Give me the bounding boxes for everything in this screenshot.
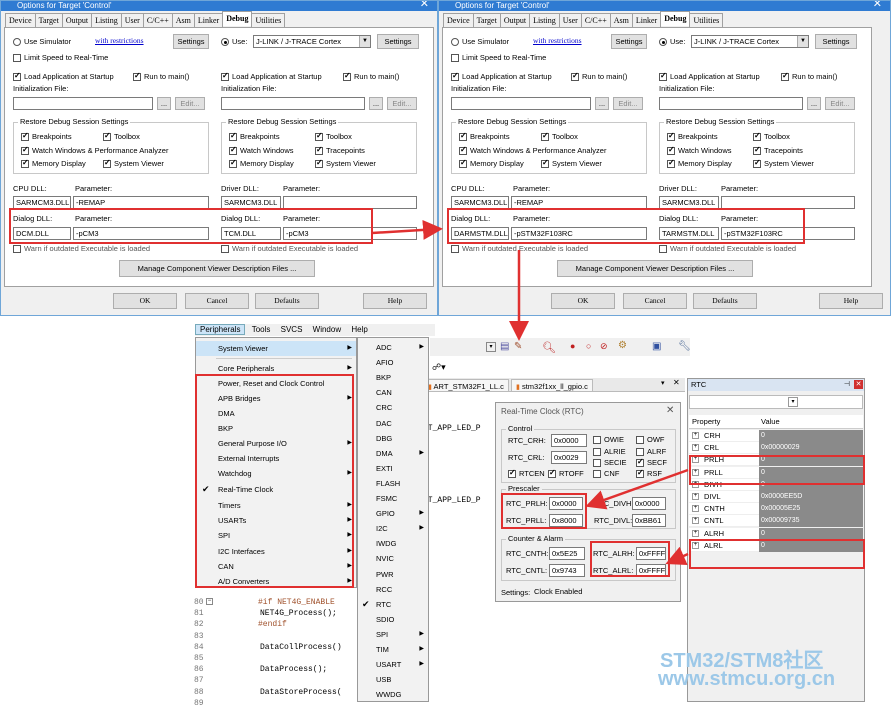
arrow-prescaler xyxy=(585,468,689,510)
watermark-url: www.stmcu.org.cn xyxy=(658,668,836,690)
arrows-overlay xyxy=(371,219,689,566)
arrow-alarm xyxy=(665,546,689,566)
arrow-dll-change xyxy=(371,219,443,240)
